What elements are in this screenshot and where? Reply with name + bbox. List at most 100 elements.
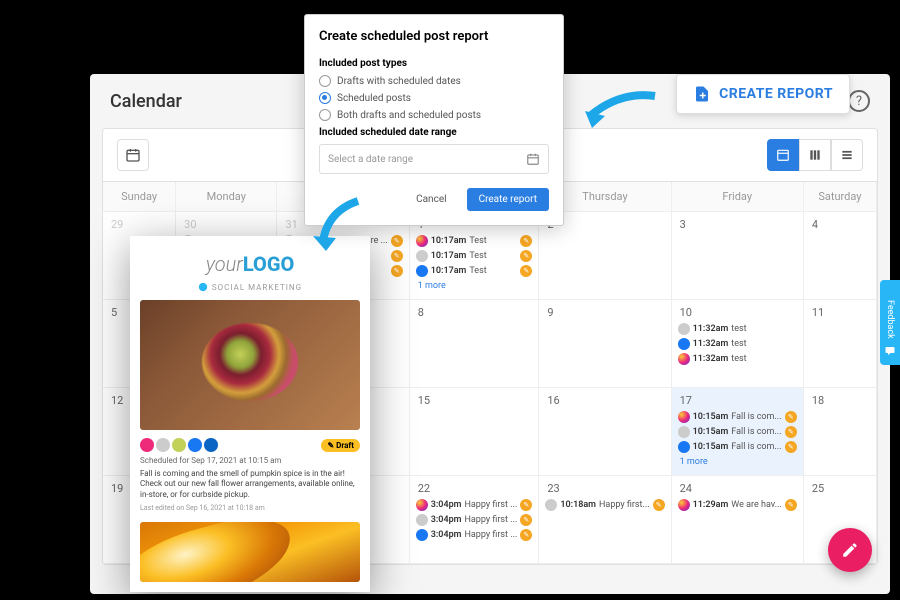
edit-icon: ✎ [391, 250, 403, 262]
add-document-icon [693, 85, 711, 103]
event[interactable]: 11:29amWe are hav...✎ [676, 498, 799, 512]
pencil-icon [841, 541, 859, 559]
edit-icon: ✎ [785, 499, 797, 511]
linkedin-icon [204, 438, 218, 452]
network-icon [156, 438, 170, 452]
day-header: Sunday [103, 182, 176, 212]
radio-icon [319, 75, 331, 87]
event[interactable]: 10:17amTest✎ [414, 234, 535, 248]
post-image [140, 522, 360, 582]
post-body: Fall is coming and the smell of pumpkin … [140, 469, 360, 500]
day-cell[interactable]: 16 [539, 388, 671, 476]
day-cell[interactable]: 9 [539, 300, 671, 388]
network-icon [172, 438, 186, 452]
radio-icon [319, 92, 331, 104]
more-link[interactable]: 1 more [676, 455, 799, 469]
chat-icon [884, 345, 896, 357]
event[interactable]: 10:15amFall is com...✎ [676, 440, 799, 454]
columns-icon [808, 148, 822, 162]
brand-subtitle: SOCIAL MARKETING [140, 282, 360, 292]
day-cell[interactable]: 11 [804, 300, 877, 388]
edit-icon: ✎ [520, 235, 532, 247]
edit-icon: ✎ [785, 441, 797, 453]
edit-icon: ✎ [391, 235, 403, 247]
day-header: Saturday [804, 182, 877, 212]
event[interactable]: 10:17amTest✎ [414, 249, 535, 263]
facebook-icon [678, 338, 690, 350]
section-label: Included post types [319, 58, 549, 69]
report-preview: yourLOGO SOCIAL MARKETING ✎ Draft Schedu… [130, 236, 370, 592]
radio-icon [319, 109, 331, 121]
day-cell[interactable]: 23 10:18amHappy first...✎ [539, 476, 671, 564]
calendar-icon [125, 147, 141, 163]
post-image [140, 300, 360, 430]
megaphone-icon [198, 282, 208, 292]
day-cell[interactable]: 22 3:04pmHappy first ...✎ 3:04pmHappy fi… [410, 476, 540, 564]
instagram-icon [678, 499, 690, 511]
list-icon [840, 148, 854, 162]
date-picker-button[interactable] [117, 139, 149, 171]
network-icon [678, 426, 690, 438]
month-view-toggle[interactable] [767, 139, 799, 171]
draft-badge: ✎ Draft [321, 439, 360, 452]
radio-option[interactable]: Both drafts and scheduled posts [319, 109, 549, 121]
day-header: Monday [176, 182, 277, 212]
date-range-input[interactable]: Select a date range [319, 144, 549, 174]
feedback-tab[interactable]: Feedback [880, 280, 900, 365]
instagram-icon [678, 411, 690, 423]
event[interactable]: 11:32amtest [676, 322, 799, 336]
edit-icon: ✎ [520, 499, 532, 511]
post-meta: ✎ Draft [140, 438, 360, 452]
edit-icon: ✎ [391, 265, 403, 277]
network-icon [416, 250, 428, 262]
day-cell[interactable]: 10 11:32amtest 11:32amtest 11:32amtest [672, 300, 804, 388]
help-icon[interactable]: ? [848, 90, 870, 112]
section-label: Included scheduled date range [319, 127, 549, 138]
create-report-chip[interactable]: CREATE REPORT [676, 74, 850, 114]
radio-option[interactable]: Drafts with scheduled dates [319, 75, 549, 87]
calendar-icon [526, 152, 540, 166]
facebook-icon [416, 529, 428, 541]
event[interactable]: 10:15amFall is com...✎ [676, 425, 799, 439]
instagram-icon [678, 353, 690, 365]
modal-title: Create scheduled post report [319, 29, 549, 44]
instagram-icon [140, 438, 154, 452]
cancel-button[interactable]: Cancel [404, 188, 458, 211]
day-cell[interactable]: 24 11:29amWe are hav...✎ [672, 476, 804, 564]
more-link[interactable]: 1 more [414, 279, 535, 293]
network-icon [416, 514, 428, 526]
edit-icon: ✎ [785, 426, 797, 438]
facebook-icon [416, 265, 428, 277]
event[interactable]: 10:15amFall is com...✎ [676, 410, 799, 424]
event[interactable]: 10:17amTest✎ [414, 264, 535, 278]
edit-icon: ✎ [520, 265, 532, 277]
grid-icon [776, 148, 790, 162]
instagram-icon [416, 499, 428, 511]
compose-fab[interactable] [828, 528, 872, 572]
day-cell[interactable]: 18 [804, 388, 877, 476]
radio-option[interactable]: Scheduled posts [319, 92, 549, 104]
event[interactable]: 3:04pmHappy first ...✎ [414, 513, 535, 527]
facebook-icon [188, 438, 202, 452]
edit-icon: ✎ [520, 250, 532, 262]
list-view-toggle[interactable] [831, 139, 863, 171]
event[interactable]: 10:18amHappy first...✎ [543, 498, 666, 512]
create-report-modal: Create scheduled post report Included po… [304, 14, 564, 226]
day-cell[interactable]: 3 [672, 212, 804, 300]
day-cell[interactable]: 17 10:15amFall is com...✎ 10:15amFall is… [672, 388, 804, 476]
day-cell[interactable]: 4 [804, 212, 877, 300]
event[interactable]: 3:04pmHappy first ...✎ [414, 528, 535, 542]
create-report-button[interactable]: Create report [467, 188, 549, 211]
view-toggle [767, 139, 863, 171]
instagram-icon [416, 235, 428, 247]
edit-icon: ✎ [520, 529, 532, 541]
last-edited: Last edited on Sep 16, 2021 at 10:18 am [140, 504, 360, 512]
day-cell[interactable]: 8 [410, 300, 540, 388]
event[interactable]: 3:04pmHappy first ...✎ [414, 498, 535, 512]
event[interactable]: 11:32amtest [676, 337, 799, 351]
arrow-annotation [580, 86, 660, 136]
week-view-toggle[interactable] [799, 139, 831, 171]
event[interactable]: 11:32amtest [676, 352, 799, 366]
network-icon [545, 499, 557, 511]
day-cell[interactable]: 15 [410, 388, 540, 476]
